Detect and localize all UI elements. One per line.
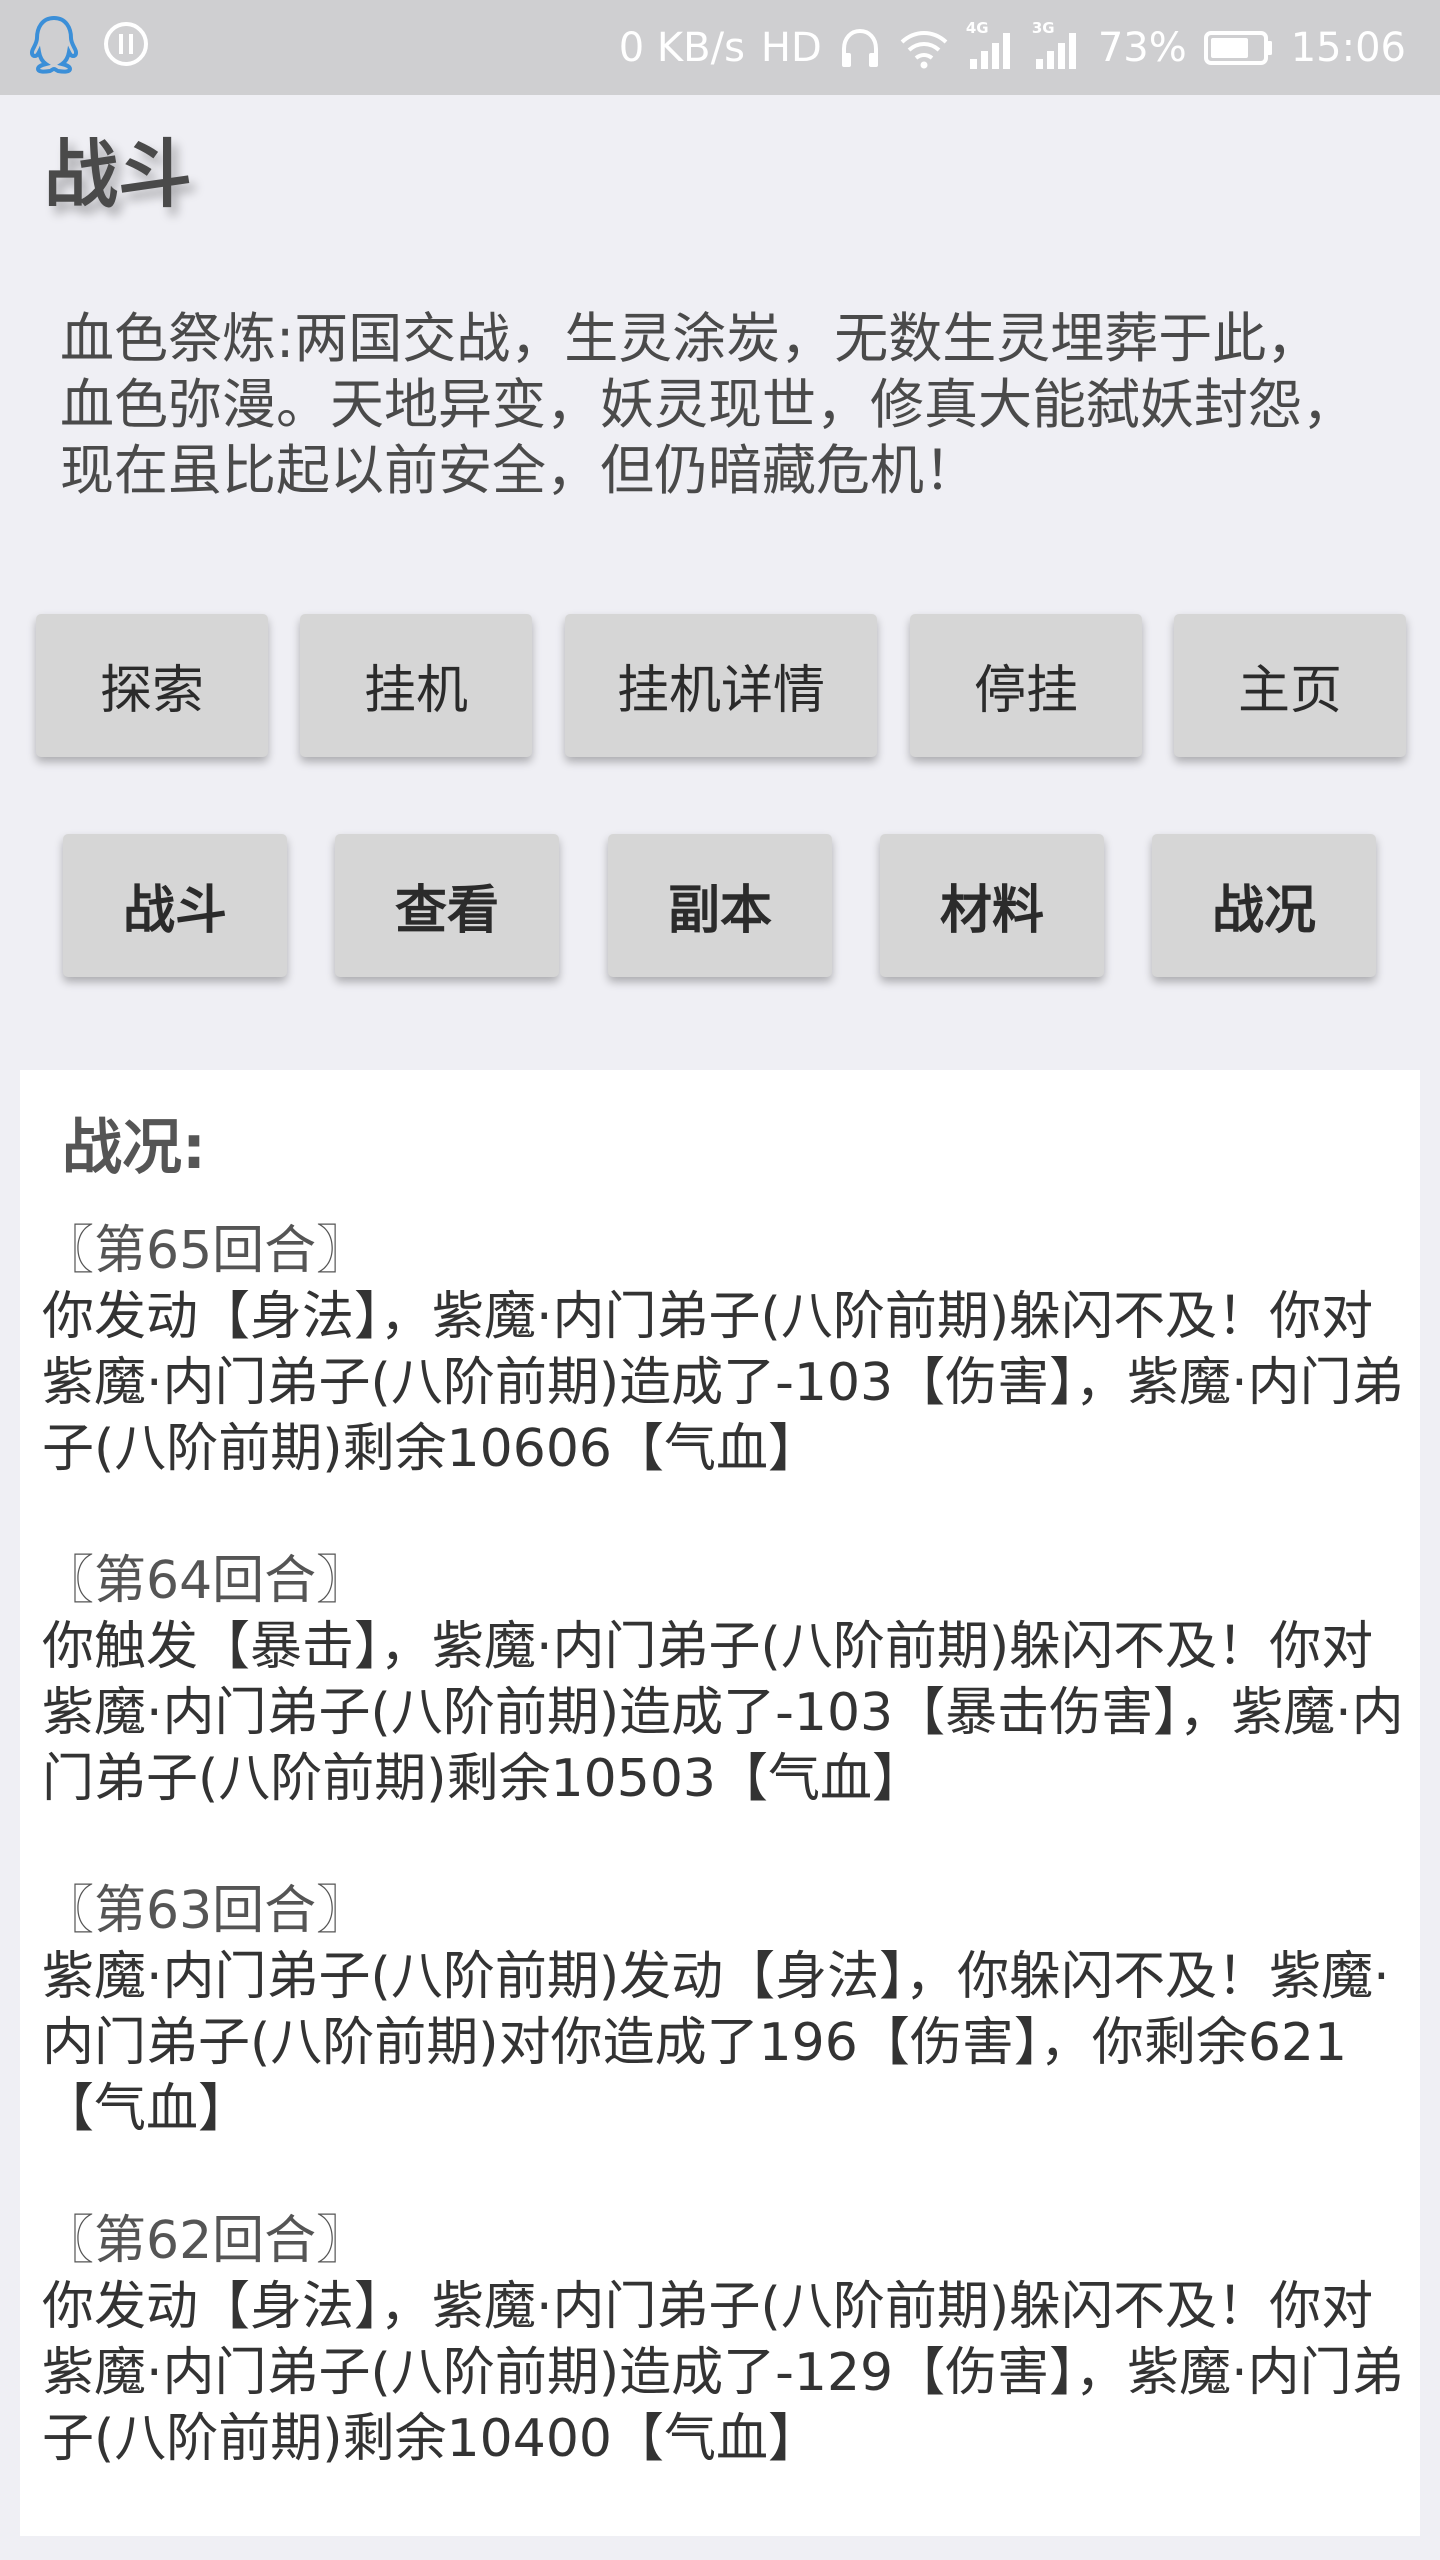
battle-button[interactable]: 战斗 [63, 834, 287, 977]
log-text: 你触发【暴击】，紫魔·内门弟子(八阶前期)躲闪不及！你对紫魔·内门弟子(八阶前期… [42, 1617, 1404, 1809]
materials-button[interactable]: 材料 [880, 834, 1104, 977]
status-left-icons [28, 14, 150, 78]
signal-3g-label: 3G [1031, 19, 1055, 37]
hd-label: HD [760, 25, 822, 71]
afk-details-button[interactable]: 挂机详情 [565, 614, 877, 757]
signal-4g-label: 4G [965, 19, 989, 37]
battle-log-list: 〖第65回合〗 你发动【身法】，紫魔·内门弟子(八阶前期)躲闪不及！你对紫魔·内… [42, 1218, 1412, 2538]
network-speed: 0 KB/s [618, 25, 745, 71]
headphone-icon [838, 25, 882, 71]
log-round-label: 〖第65回合〗 [42, 1221, 369, 1281]
wifi-icon [898, 26, 950, 70]
signal-3g-icon: 3G [1032, 19, 1082, 73]
log-entry: 〖第63回合〗 紫魔·内门弟子(八阶前期)发动【身法】，你躲闪不及！紫魔·内门弟… [42, 1878, 1412, 2142]
dungeon-button[interactable]: 副本 [608, 834, 832, 977]
signal-4g-icon: 4G [966, 19, 1016, 73]
view-button[interactable]: 查看 [335, 834, 559, 977]
page-title: 战斗 [44, 132, 192, 218]
explore-button[interactable]: 探索 [36, 614, 268, 757]
stop-afk-button[interactable]: 停挂 [910, 614, 1142, 757]
battle-status-button[interactable]: 战况 [1152, 834, 1376, 977]
clock: 15:06 [1290, 25, 1406, 71]
log-text: 紫魔·内门弟子(八阶前期)发动【身法】，你躲闪不及！紫魔·内门弟子(八阶前期)对… [42, 1947, 1390, 2139]
scene-description: 血色祭炼:两国交战，生灵涂炭，无数生灵埋葬于此，血色弥漫。天地异变，妖灵现世，修… [60, 307, 1356, 502]
battery-icon [1203, 28, 1275, 68]
log-entry: 〖第64回合〗 你触发【暴击】，紫魔·内门弟子(八阶前期)躲闪不及！你对紫魔·内… [42, 1548, 1412, 1812]
status-bar: 0 KB/s HD 4G 3G 73% 15:06 [0, 0, 1440, 95]
log-text: 你发动【身法】，紫魔·内门弟子(八阶前期)躲闪不及！你对紫魔·内门弟子(八阶前期… [42, 2277, 1404, 2469]
log-entry: 〖第62回合〗 你发动【身法】，紫魔·内门弟子(八阶前期)躲闪不及！你对紫魔·内… [42, 2208, 1412, 2472]
log-round-label: 〖第64回合〗 [42, 1551, 369, 1611]
afk-button[interactable]: 挂机 [300, 614, 532, 757]
log-round-label: 〖第62回合〗 [42, 2211, 369, 2271]
log-text: 你发动【身法】，紫魔·内门弟子(八阶前期)躲闪不及！你对紫魔·内门弟子(八阶前期… [42, 1287, 1404, 1479]
status-right-icons: 0 KB/s HD 4G 3G 73% 15:06 [619, 14, 1406, 82]
log-entry: 〖第65回合〗 你发动【身法】，紫魔·内门弟子(八阶前期)躲闪不及！你对紫魔·内… [42, 1218, 1412, 1482]
usb-debug-icon [102, 20, 150, 72]
battle-log-heading: 战况: [62, 1113, 206, 1183]
log-round-label: 〖第63回合〗 [42, 1881, 369, 1941]
home-button[interactable]: 主页 [1174, 614, 1406, 757]
battery-percent: 73% [1097, 25, 1187, 71]
battle-log-panel: 战况: 〖第65回合〗 你发动【身法】，紫魔·内门弟子(八阶前期)躲闪不及！你对… [20, 1070, 1420, 2536]
qq-icon [28, 14, 80, 78]
